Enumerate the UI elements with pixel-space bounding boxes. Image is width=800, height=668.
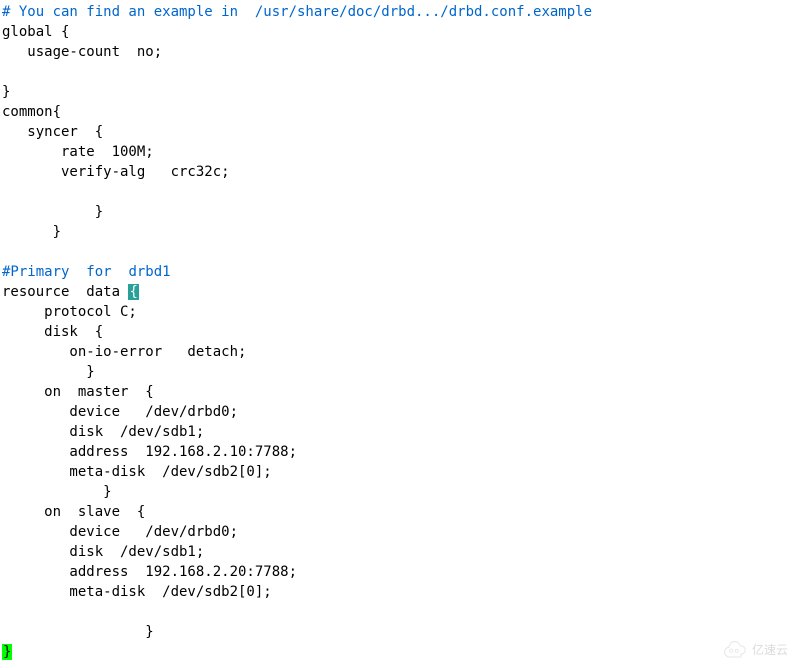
code-line: protocol C;	[2, 304, 137, 320]
code-line: address 192.168.2.10:7788;	[2, 444, 297, 460]
config-code-block: # You can find an example in /usr/share/…	[0, 0, 800, 662]
match-highlight: }	[2, 644, 12, 660]
cursor-highlight: {	[128, 284, 138, 300]
code-line: disk {	[2, 324, 103, 340]
code-line: on-io-error detach;	[2, 344, 246, 360]
code-line: common{	[2, 104, 61, 120]
code-line: address 192.168.2.20:7788;	[2, 564, 297, 580]
code-line: meta-disk /dev/sdb2[0];	[2, 584, 272, 600]
code-line: resource data {	[2, 284, 139, 300]
code-line: }	[2, 484, 112, 500]
code-line: disk /dev/sdb1;	[2, 544, 204, 560]
code-line: meta-disk /dev/sdb2[0];	[2, 464, 272, 480]
comment-text: #Primary	[2, 264, 86, 280]
code-line: syncer {	[2, 124, 103, 140]
code-line: }	[2, 84, 10, 100]
code-line: global {	[2, 24, 69, 40]
code-line: on slave {	[2, 504, 145, 520]
code-line: }	[2, 204, 103, 220]
code-line: }	[2, 624, 154, 640]
keyword-for: for	[86, 264, 111, 280]
code-line: disk /dev/sdb1;	[2, 424, 204, 440]
code-line: on master {	[2, 384, 154, 400]
comment-text: drbd1	[112, 264, 171, 280]
code-line: device /dev/drbd0;	[2, 524, 238, 540]
code-line: verify-alg crc32c;	[2, 164, 230, 180]
code-line: }	[2, 364, 95, 380]
code-line: usage-count no;	[2, 44, 162, 60]
comment-line: #Primary for drbd1	[2, 264, 171, 280]
code-text: resource data	[2, 284, 128, 300]
code-line: rate 100M;	[2, 144, 154, 160]
comment-line: # You can find an example in /usr/share/…	[2, 4, 592, 20]
code-line: }	[2, 224, 61, 240]
code-line: device /dev/drbd0;	[2, 404, 238, 420]
